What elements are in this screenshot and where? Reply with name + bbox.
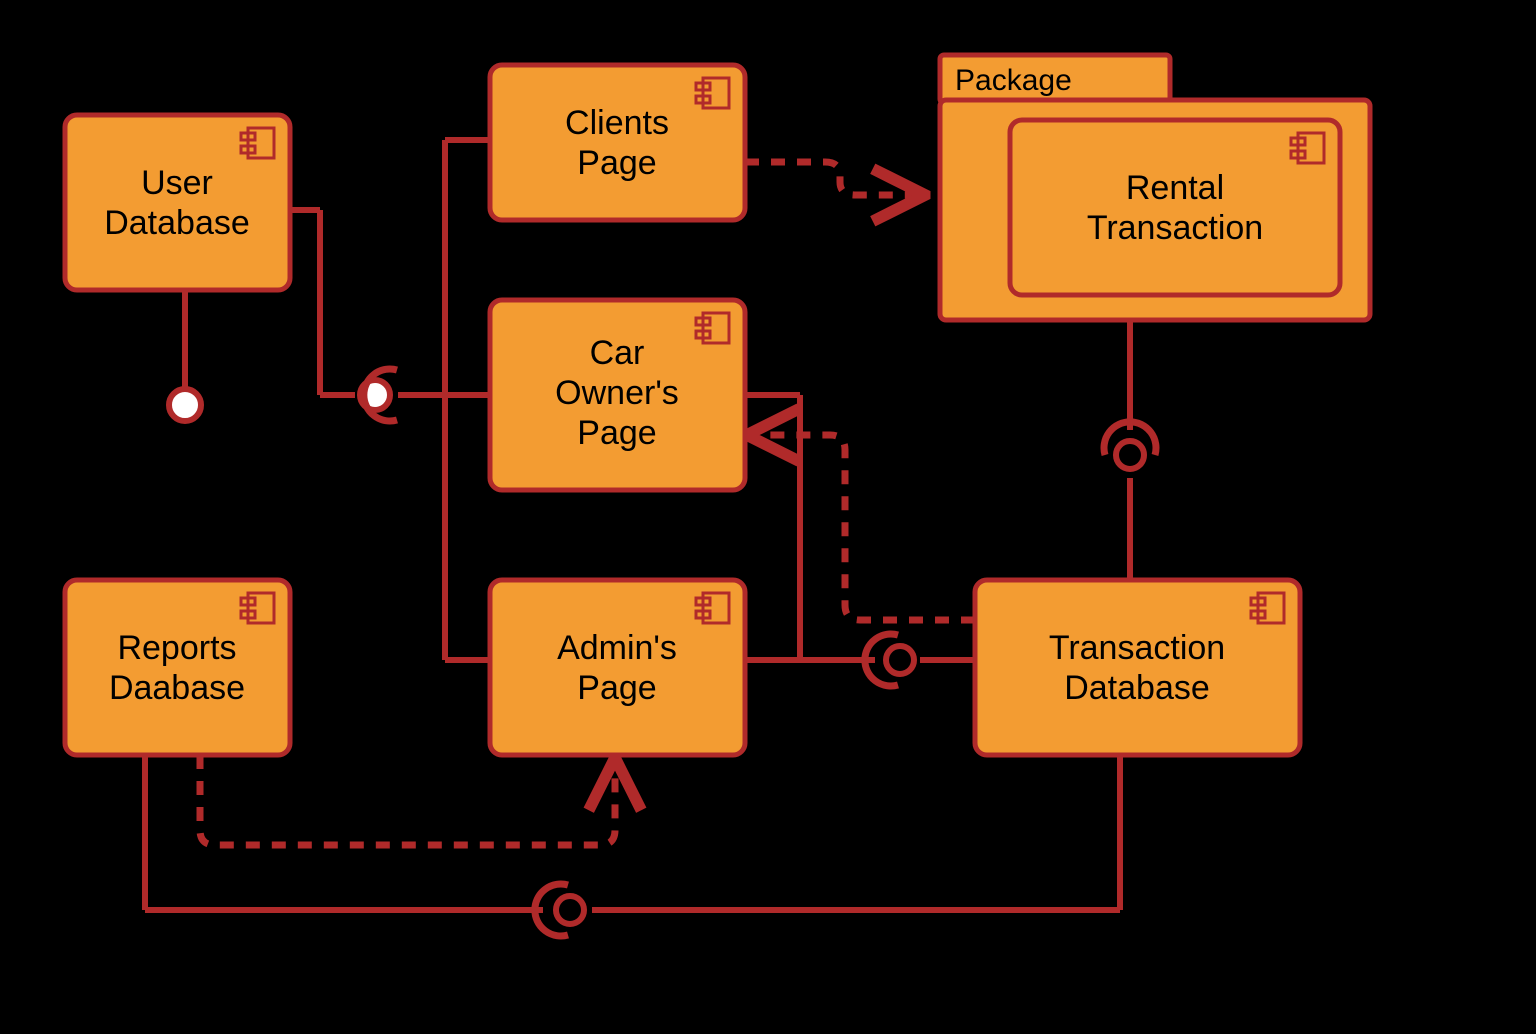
dependency-reports-to-admin	[200, 755, 615, 845]
dependency-txdb-to-carowner	[752, 435, 975, 620]
label-line: Admin's	[557, 629, 677, 667]
label-line: Database	[1064, 669, 1210, 707]
component-car-owners-page: Car Owner's Page	[490, 300, 745, 490]
label-line: Owner's	[555, 374, 679, 412]
dependency-clients-to-rental	[745, 162, 920, 195]
label-line: Transaction	[1049, 629, 1225, 667]
label-line: Daabase	[109, 669, 245, 707]
label-line: Reports	[117, 629, 236, 667]
component-user-database: User Database	[65, 115, 290, 290]
label-line: Page	[577, 414, 656, 452]
component-reports-database: Reports Daabase	[65, 580, 290, 755]
interface-userdb-ball	[169, 389, 201, 421]
component-rental-transaction: Rental Transaction	[1010, 120, 1340, 295]
component-clients-page: Clients Page	[490, 65, 745, 220]
interface-pkg-ball	[1116, 441, 1144, 469]
label-line: Transaction	[1087, 209, 1263, 247]
component-admins-page: Admin's Page	[490, 580, 745, 755]
interface-bottom-ball	[556, 896, 584, 924]
uml-component-diagram: Package User Database Reports Daabase Cl…	[0, 0, 1536, 1034]
label-line: Car	[590, 334, 645, 372]
label-line: Rental	[1126, 169, 1224, 207]
label-line: Page	[577, 669, 656, 707]
component-transaction-database: Transaction Database	[975, 580, 1300, 755]
label-line: User	[141, 164, 213, 202]
package-label: Package	[955, 64, 1072, 97]
label-line: Database	[104, 204, 250, 242]
interface-txdb-left-ball	[886, 646, 914, 674]
label-line: Page	[577, 144, 656, 182]
label-line: Clients	[565, 104, 669, 142]
